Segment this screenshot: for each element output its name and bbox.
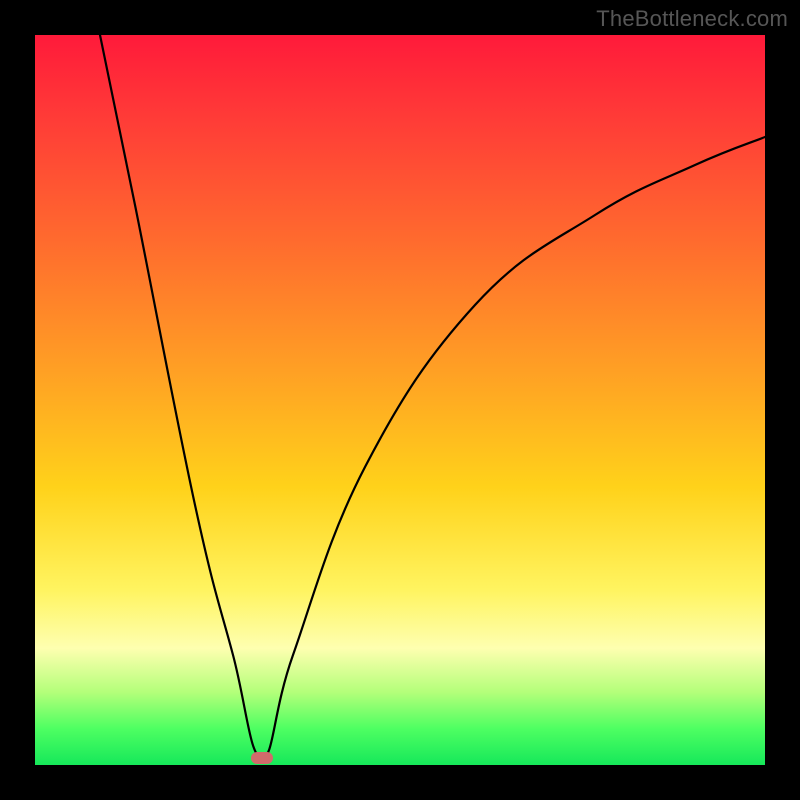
optimal-point-marker	[251, 752, 273, 764]
watermark-text: TheBottleneck.com	[596, 6, 788, 32]
plot-area	[35, 35, 765, 765]
curve-path	[100, 35, 765, 758]
bottleneck-curve	[35, 35, 765, 765]
chart-frame: TheBottleneck.com	[0, 0, 800, 800]
